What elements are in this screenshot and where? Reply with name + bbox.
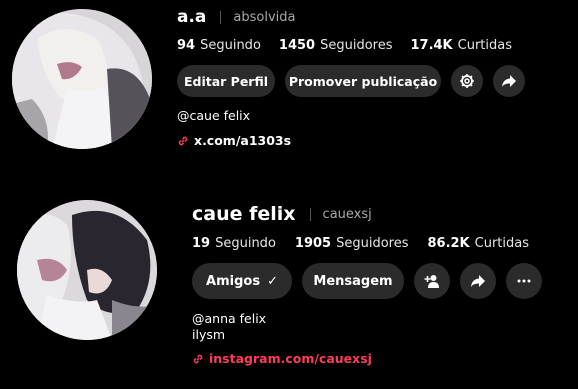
name-divider <box>309 207 311 221</box>
stat-label: Curtidas <box>457 37 513 53</box>
profile-card-2: caue felix cauexsj 19 Seguindo 1905 Segu… <box>0 195 578 389</box>
link-icon <box>193 354 203 363</box>
following-count[interactable]: 94 Seguindo <box>177 38 261 53</box>
avatar-image <box>12 9 152 149</box>
add-friend-icon <box>424 275 439 288</box>
avatar[interactable] <box>12 9 152 149</box>
add-friend-button[interactable] <box>414 263 450 299</box>
more-icon <box>517 279 531 283</box>
stat-value: 1450 <box>278 37 316 53</box>
likes-count: 86.2K Curtidas <box>427 236 529 251</box>
bio-line: @caue felix <box>177 108 251 123</box>
message-button[interactable]: Mensagem <box>302 263 404 299</box>
more-options-button[interactable] <box>506 263 542 299</box>
share-button[interactable] <box>460 263 496 299</box>
profile-link[interactable]: x.com/a1303s <box>177 133 535 148</box>
username: absolvida <box>233 9 296 25</box>
stat-value: 86.2K <box>427 235 470 251</box>
stat-label: Seguindo <box>200 37 261 53</box>
promote-post-button[interactable]: Promover publicação <box>285 65 441 97</box>
profile-card-1: a.a absolvida 94 Seguindo 1450 Seguidore… <box>0 0 578 180</box>
share-icon <box>502 75 516 87</box>
gear-icon <box>460 74 474 88</box>
edit-profile-button[interactable]: Editar Perfil <box>177 65 275 97</box>
share-icon <box>471 275 485 287</box>
link-icon <box>178 136 188 145</box>
stat-label: Seguindo <box>215 235 276 251</box>
display-name: a.a <box>177 7 207 27</box>
display-name: caue felix <box>192 203 296 225</box>
stat-label: Seguidores <box>320 37 393 53</box>
friends-button-label: Amigos <box>206 273 261 289</box>
bio-line: ilysm <box>192 327 226 342</box>
stat-value: 1905 <box>294 235 332 251</box>
stat-value: 94 <box>177 37 196 53</box>
link-text[interactable]: instagram.com/cauexsj <box>209 351 372 366</box>
stat-value: 17.4K <box>410 37 453 53</box>
friends-button[interactable]: Amigos ✓ <box>192 263 292 299</box>
likes-count: 17.4K Curtidas <box>410 38 512 53</box>
stat-label: Curtidas <box>474 235 530 251</box>
following-count[interactable]: 19 Seguindo <box>192 236 276 251</box>
name-divider <box>220 10 222 24</box>
followers-count[interactable]: 1905 Seguidores <box>295 236 409 251</box>
avatar-image <box>17 200 157 340</box>
profile-link[interactable]: instagram.com/cauexsj <box>192 351 552 366</box>
settings-button[interactable] <box>451 65 483 97</box>
check-icon: ✓ <box>267 273 278 289</box>
bio-line: @anna felix <box>192 311 267 326</box>
stat-value: 19 <box>192 235 211 251</box>
followers-count[interactable]: 1450 Seguidores <box>279 38 393 53</box>
stat-label: Seguidores <box>336 235 409 251</box>
share-button[interactable] <box>493 65 525 97</box>
avatar[interactable] <box>17 200 157 340</box>
link-text[interactable]: x.com/a1303s <box>194 133 291 148</box>
username: cauexsj <box>322 206 372 222</box>
